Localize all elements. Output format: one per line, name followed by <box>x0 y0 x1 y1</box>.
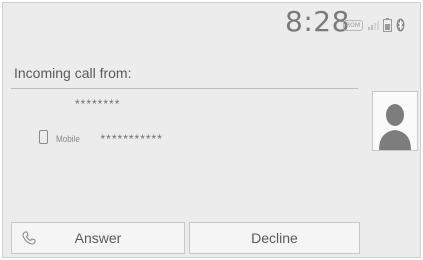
clock: 8:28 <box>285 5 350 38</box>
phone-handset-icon <box>22 231 36 248</box>
status-bar: 8:28 ROM <box>3 3 420 47</box>
battery-icon <box>383 18 393 32</box>
phone-type-label: Mobile <box>56 134 80 144</box>
answer-button-label: Answer <box>74 230 122 246</box>
decline-button-label: Decline <box>251 230 298 246</box>
incoming-call-header: Incoming call from: <box>14 65 132 81</box>
answer-button[interactable]: Answer <box>11 222 185 254</box>
roaming-badge: ROM <box>343 19 364 31</box>
person-silhouette-icon <box>379 104 411 150</box>
incoming-call-screen: 8:28 ROM Incoming call from: ******** Mo… <box>2 2 421 258</box>
mobile-phone-icon <box>39 129 48 149</box>
bluetooth-icon <box>396 18 405 32</box>
status-icons: ROM <box>343 15 405 35</box>
header-divider <box>11 88 358 89</box>
caller-avatar <box>372 91 418 151</box>
signal-icon <box>367 20 380 30</box>
phone-number: *********** <box>100 132 163 146</box>
caller-name: ******** <box>75 97 121 111</box>
phone-number-row: Mobile *********** <box>39 129 163 149</box>
decline-button[interactable]: Decline <box>189 222 360 254</box>
